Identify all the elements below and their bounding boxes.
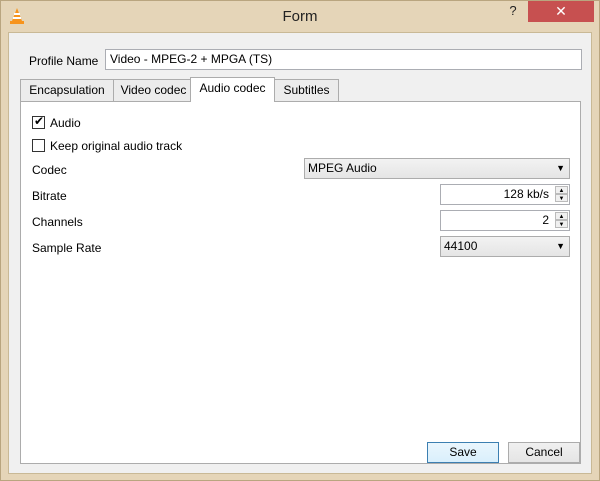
audio-codec-panel: ✔ Audio Keep original audio track Codec …: [20, 101, 581, 464]
bitrate-spin-buttons[interactable]: ▲ ▼: [555, 186, 568, 203]
save-button[interactable]: Save: [427, 442, 499, 463]
channels-spinbox[interactable]: 2 ▲ ▼: [440, 210, 570, 231]
tab-encapsulation[interactable]: Encapsulation: [20, 79, 114, 101]
codec-select-value: MPEG Audio: [308, 161, 377, 175]
profile-name-label: Profile Name: [29, 54, 99, 68]
tab-subtitles[interactable]: Subtitles: [274, 79, 339, 101]
spin-up-icon[interactable]: ▲: [555, 212, 568, 220]
channels-label: Channels: [32, 215, 83, 229]
audio-checkbox-label: Audio: [50, 116, 81, 130]
spin-down-icon[interactable]: ▼: [555, 220, 568, 228]
keep-original-audio-label: Keep original audio track: [50, 139, 183, 153]
chevron-down-icon: ▼: [556, 241, 565, 251]
profile-name-input[interactable]: Video - MPEG-2 + MPGA (TS): [105, 49, 582, 70]
dialog-client-area: Profile Name Video - MPEG-2 + MPGA (TS) …: [8, 32, 592, 474]
audio-checkbox[interactable]: ✔: [32, 114, 45, 129]
bitrate-value: 128 kb/s: [503, 187, 549, 201]
tab-audio-codec[interactable]: Audio codec: [190, 77, 275, 102]
spin-down-icon[interactable]: ▼: [555, 194, 568, 202]
checkmark-icon: ✔: [34, 114, 45, 128]
codec-select[interactable]: MPEG Audio ▼: [304, 158, 570, 179]
codec-label: Codec: [32, 163, 67, 177]
keep-original-audio-checkbox[interactable]: [32, 139, 45, 152]
close-button[interactable]: ✕: [528, 1, 594, 22]
form-window: Form ? ✕ Profile Name Video - MPEG-2 + M…: [0, 0, 600, 481]
sample-rate-select[interactable]: 44100 ▼: [440, 236, 570, 257]
spin-up-icon[interactable]: ▲: [555, 186, 568, 194]
title-bar[interactable]: Form ? ✕: [1, 1, 599, 32]
bitrate-label: Bitrate: [32, 189, 67, 203]
tab-video-codec[interactable]: Video codec: [113, 79, 194, 101]
bitrate-spinbox[interactable]: 128 kb/s ▲ ▼: [440, 184, 570, 205]
channels-value: 2: [542, 213, 549, 227]
cancel-button[interactable]: Cancel: [508, 442, 580, 463]
help-button[interactable]: ?: [500, 1, 526, 23]
channels-spin-buttons[interactable]: ▲ ▼: [555, 212, 568, 229]
chevron-down-icon: ▼: [556, 163, 565, 173]
sample-rate-label: Sample Rate: [32, 241, 102, 255]
sample-rate-value: 44100: [444, 239, 478, 253]
